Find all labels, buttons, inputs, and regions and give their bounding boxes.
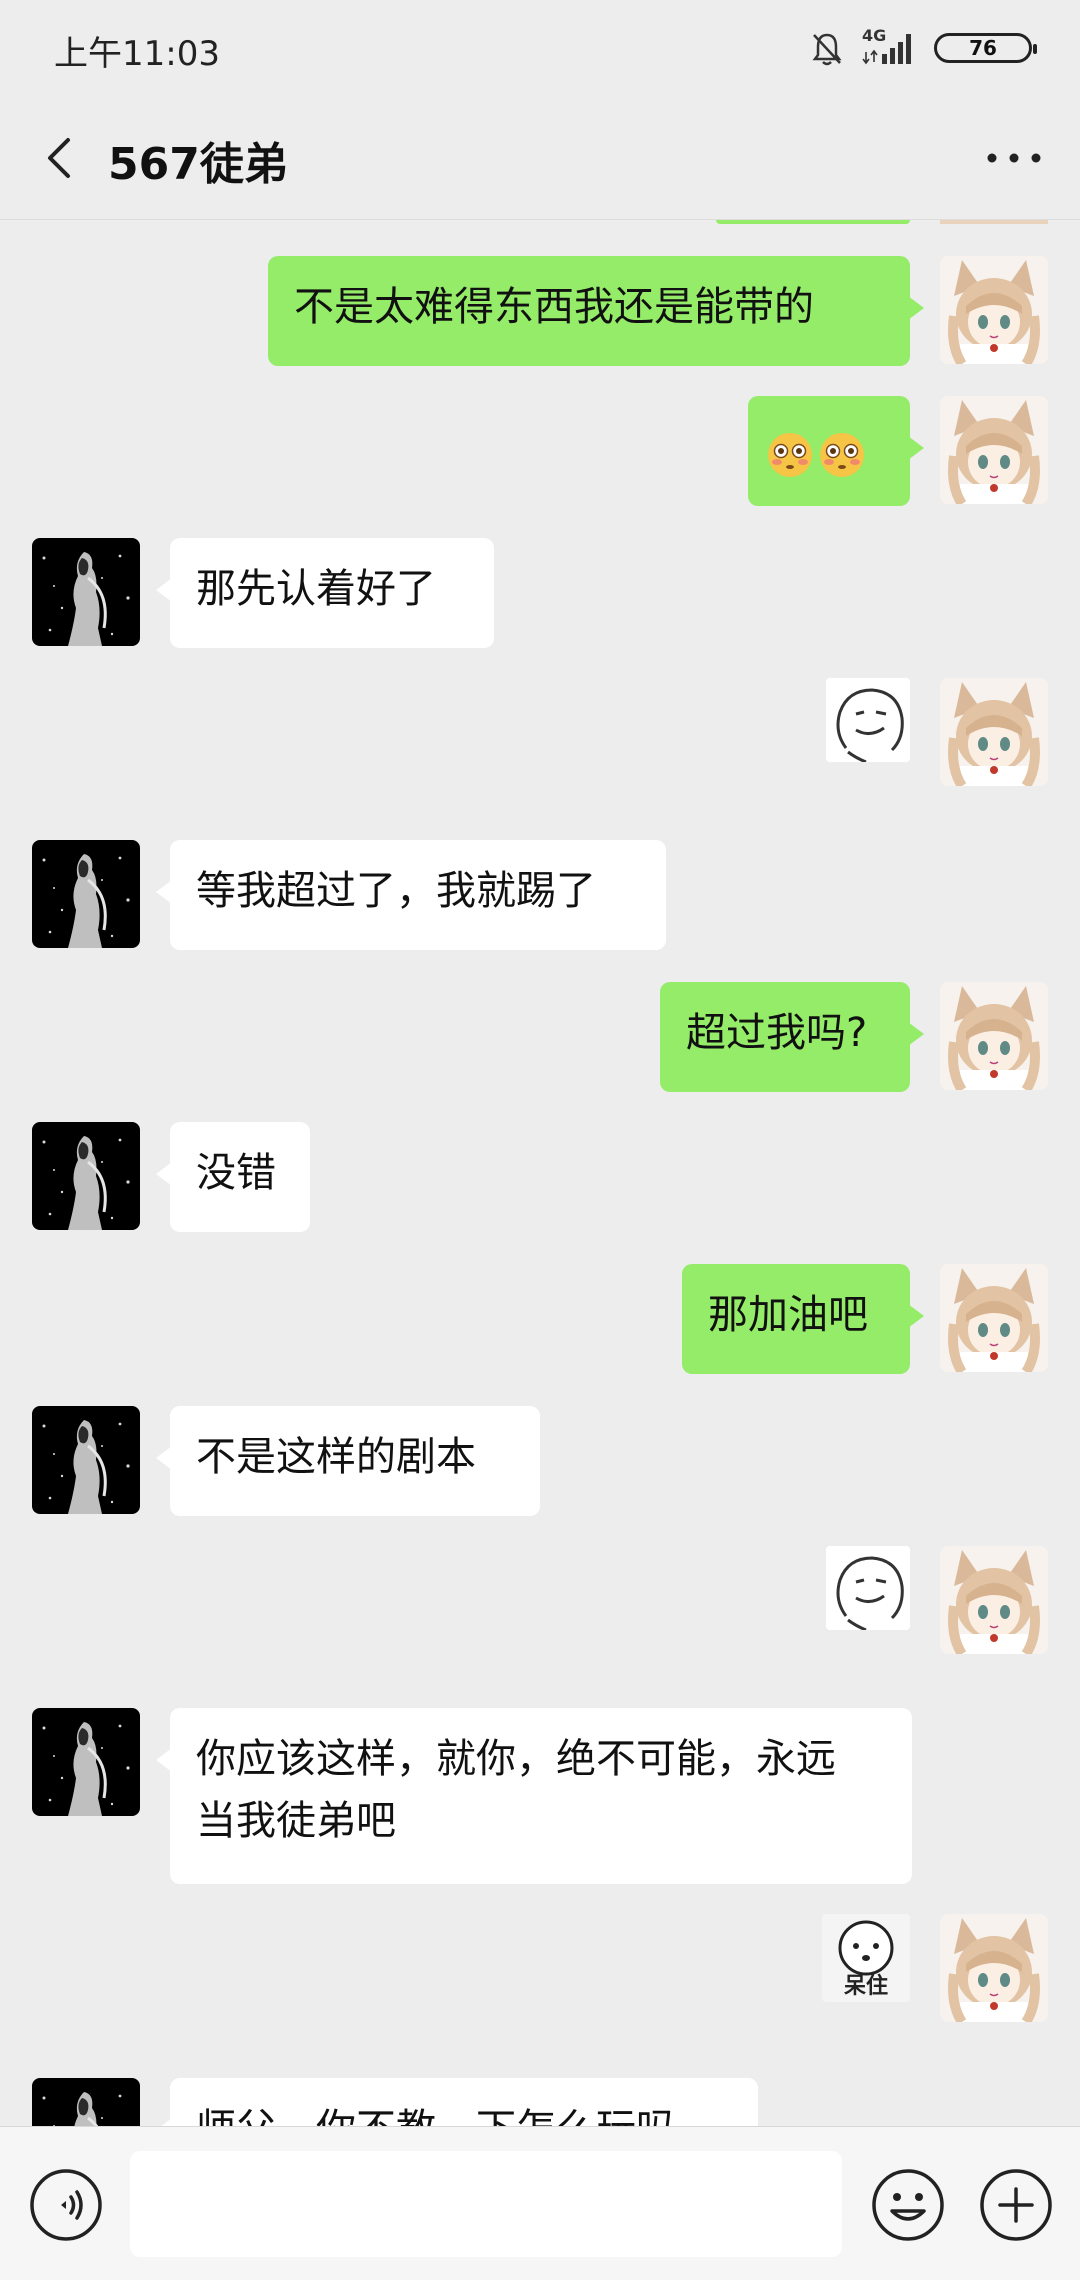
user-avatar[interactable] — [940, 396, 1048, 504]
chat-title: 567徒弟 — [108, 139, 288, 190]
message-text: 那先认着好了 — [196, 566, 436, 612]
message-bubble-outgoing[interactable] — [748, 396, 924, 506]
message-bubble-incoming[interactable]: 你应该这样，就你，绝不可能，永远 当我徒弟吧 — [156, 1708, 912, 1884]
user-avatar[interactable] — [940, 1546, 1048, 1654]
message-bubble-outgoing[interactable]: 超过我吗? — [660, 982, 924, 1092]
message-text: 当我徒弟吧 — [196, 1798, 396, 1844]
signal-icon: 4G — [862, 26, 918, 66]
contact-avatar[interactable] — [32, 2078, 140, 2126]
sticker-caption: 呆住 — [843, 1974, 888, 1999]
plus-icon[interactable] — [978, 2167, 1054, 2243]
voice-icon[interactable] — [28, 2167, 104, 2243]
flushed-face-icon — [818, 431, 866, 479]
bell-off-icon — [812, 33, 842, 66]
message-text: 师父，你不教，下怎么玩吗 — [196, 2106, 676, 2126]
message-input[interactable] — [130, 2151, 842, 2257]
user-avatar[interactable] — [940, 982, 1048, 1090]
clock: 上午11:03 — [54, 34, 220, 74]
message-text: 不是这样的剧本 — [196, 1434, 476, 1480]
message-bubble-incoming[interactable]: 等我超过了，我就踢了 — [156, 840, 666, 950]
back-chevron-icon[interactable] — [30, 126, 94, 190]
contact-avatar[interactable] — [32, 1708, 140, 1816]
contact-avatar[interactable] — [32, 840, 140, 948]
message-bubble-incoming[interactable]: 那先认着好了 — [156, 538, 494, 648]
smirk-face-sticker[interactable] — [826, 1546, 910, 1630]
message-text: 等我超过了，我就踢了 — [196, 868, 596, 914]
message-text: 那加油吧 — [708, 1292, 868, 1338]
message-text: 超过我吗? — [686, 1010, 868, 1056]
user-avatar[interactable] — [940, 1914, 1048, 2022]
message-bubble-incoming[interactable]: 不是这样的剧本 — [156, 1406, 540, 1516]
status-icons: 4G 76 — [808, 26, 1037, 70]
input-bar — [0, 2126, 1080, 2280]
message-bubble-outgoing[interactable]: 那加油吧 — [682, 1264, 924, 1374]
dazed-face-sticker[interactable]: 呆住 — [822, 1914, 910, 2002]
message-text: 不是太难得东西我还是能带的 — [294, 284, 814, 330]
status-bar: 上午11:03 4G 76 — [0, 0, 1080, 96]
smirk-face-sticker[interactable] — [826, 678, 910, 762]
message-bubble-incoming[interactable]: 师父，你不教，下怎么玩吗 — [156, 2078, 758, 2126]
message-bubble-incoming[interactable]: 没错 — [156, 1122, 310, 1232]
user-avatar[interactable] — [940, 256, 1048, 364]
battery-level: 76 — [969, 36, 997, 60]
message-text: 你应该这样，就你，绝不可能，永远 — [196, 1736, 836, 1782]
message-list[interactable]: 不是太难得东西我还是能带的 那先认着好了 等我超过了，我就踢了 超过我吗? 没错… — [0, 220, 1080, 2126]
more-icon[interactable] — [978, 126, 1050, 190]
partial-avatar — [940, 220, 1048, 224]
user-avatar[interactable] — [940, 1264, 1048, 1372]
contact-avatar[interactable] — [32, 1406, 140, 1514]
emoji-icon[interactable] — [870, 2167, 946, 2243]
user-avatar[interactable] — [940, 678, 1048, 786]
partial-bubble — [716, 220, 910, 224]
contact-avatar[interactable] — [32, 538, 140, 646]
message-bubble-outgoing[interactable]: 不是太难得东西我还是能带的 — [268, 256, 924, 366]
chat-header: 567徒弟 — [0, 96, 1080, 220]
contact-avatar[interactable] — [32, 1122, 140, 1230]
message-text: 没错 — [196, 1150, 276, 1196]
flushed-face-icon — [766, 431, 814, 479]
battery-icon: 76 — [934, 33, 1037, 63]
